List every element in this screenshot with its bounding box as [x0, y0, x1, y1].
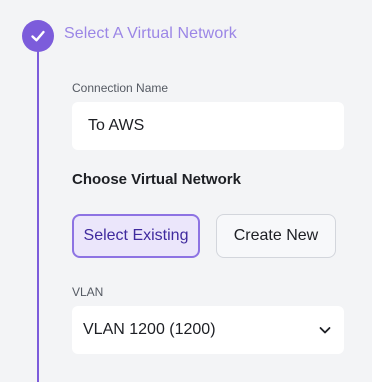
step-complete-check-icon — [22, 20, 54, 52]
connection-name-label: Connection Name — [72, 81, 169, 95]
create-new-button[interactable]: Create New — [216, 214, 336, 258]
connection-name-value: To AWS — [88, 117, 145, 134]
connection-name-input[interactable]: To AWS — [72, 102, 344, 150]
select-existing-label: Select Existing — [83, 227, 189, 244]
step-progress-line — [37, 50, 39, 382]
choose-virtual-network-heading: Choose Virtual Network — [72, 171, 241, 188]
step-title: Select A Virtual Network — [64, 25, 237, 42]
vlan-select[interactable]: VLAN 1200 (1200) — [72, 306, 344, 354]
select-existing-button[interactable]: Select Existing — [72, 214, 200, 258]
check-icon — [31, 30, 45, 42]
chevron-down-icon — [319, 327, 331, 334]
vlan-selected-value: VLAN 1200 (1200) — [83, 321, 216, 338]
vlan-label: VLAN — [72, 285, 104, 299]
create-new-label: Create New — [233, 227, 319, 244]
